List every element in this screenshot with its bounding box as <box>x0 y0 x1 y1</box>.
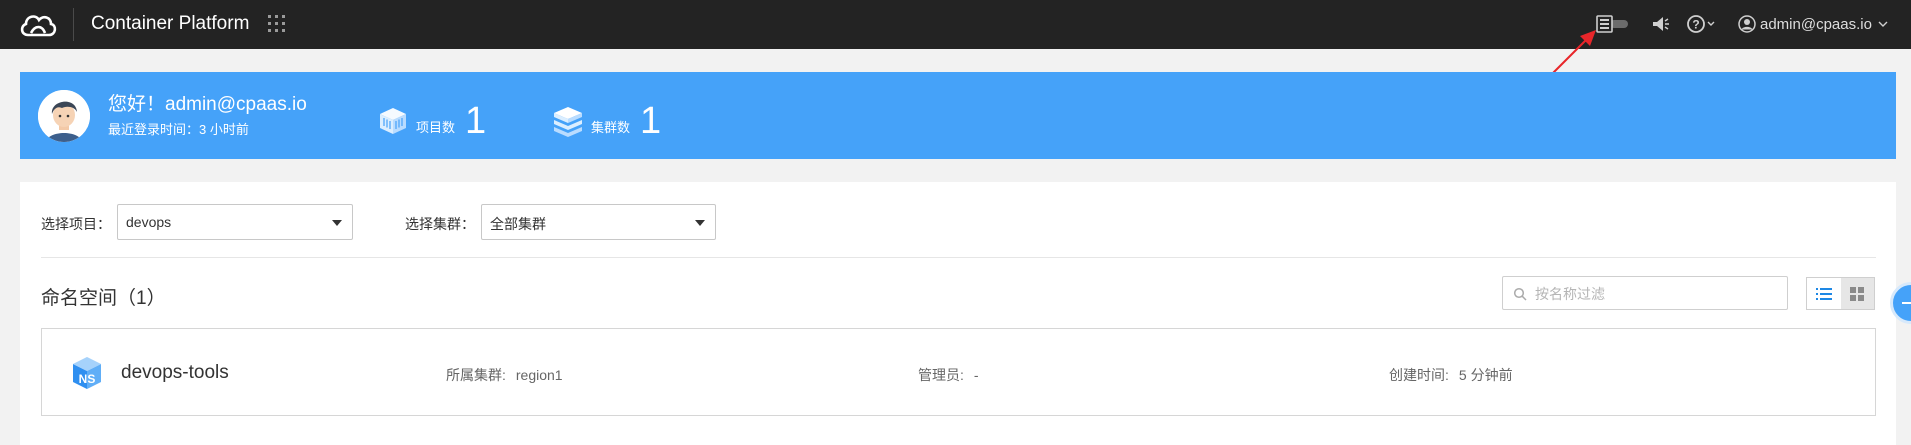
top-navbar: Container Platform ? admin@cpaas.io <box>0 0 1911 49</box>
main-panel: 选择项目： devops 选择集群： 全部集群 命名空间（1） 按名称过滤 NS… <box>20 182 1896 445</box>
view-toggle <box>1806 277 1875 310</box>
admin-label: 管理员: <box>918 367 964 383</box>
caret-down-icon <box>695 220 705 226</box>
svg-text:?: ? <box>1692 18 1699 32</box>
project-count-stat: 项目数 1 <box>376 92 486 142</box>
admin-value: - <box>973 367 979 383</box>
greeting-text: 您好！admin@cpaas.io <box>108 94 307 115</box>
cluster-count-stat: 集群数 1 <box>551 92 661 142</box>
search-box[interactable] <box>1502 276 1788 310</box>
clusters-icon <box>554 107 582 137</box>
topbar-divider <box>73 8 74 41</box>
section-title: 命名空间（1） <box>41 288 166 309</box>
grid-view-icon <box>1850 286 1865 301</box>
app-title[interactable]: Container Platform <box>91 13 249 35</box>
stat-value: 1 <box>640 100 662 142</box>
help-icon[interactable]: ? <box>1686 14 1718 34</box>
search-input[interactable] <box>1535 283 1775 305</box>
chevron-down-icon <box>1878 21 1888 27</box>
filter-row: 选择项目： devops 选择集群： 全部集群 <box>41 204 1871 240</box>
namespace-card[interactable]: NS devops-tools 所属集群: region1 管理员: - 创建时间:… <box>41 328 1876 416</box>
namespace-icon: NS <box>73 357 101 389</box>
cluster-label: 所属集群: <box>446 367 506 383</box>
svg-text:NS: NS <box>79 372 96 386</box>
cloud-logo-icon[interactable] <box>18 11 58 39</box>
search-icon <box>1513 287 1527 301</box>
namespace-cluster: 所属集群: region1 <box>446 365 563 385</box>
cluster-value: region1 <box>515 367 563 383</box>
user-menu[interactable]: admin@cpaas.io <box>1738 13 1888 35</box>
avatar-illustration-icon <box>38 90 90 142</box>
list-view-icon <box>1815 287 1832 300</box>
namespace-created: 创建时间: 5 分钟前 <box>1389 365 1513 385</box>
namespace-name[interactable]: devops-tools <box>121 362 229 384</box>
grid-view-button[interactable] <box>1840 278 1874 309</box>
namespace-admin: 管理员: - <box>918 365 979 385</box>
apps-grid-icon[interactable] <box>268 15 285 32</box>
stat-label: 集群数 <box>591 120 631 135</box>
list-view-button[interactable] <box>1807 278 1841 309</box>
stat-value: 1 <box>465 100 487 142</box>
last-login-text: 最近登录时间：3 小时前 <box>108 122 249 137</box>
user-name: admin@cpaas.io <box>1760 15 1872 33</box>
cluster-select-value: 全部集群 <box>490 216 546 232</box>
project-select[interactable]: devops <box>117 204 353 240</box>
project-select-value: devops <box>126 214 172 230</box>
stat-label: 项目数 <box>416 120 456 135</box>
user-icon <box>1738 15 1756 33</box>
projects-icon <box>380 108 406 134</box>
project-select-label: 选择项目： <box>41 216 111 232</box>
divider <box>41 257 1876 258</box>
minus-icon <box>1902 302 1911 304</box>
avatar <box>38 90 90 142</box>
caret-down-icon <box>332 220 342 226</box>
created-label: 创建时间: <box>1389 367 1449 383</box>
created-value: 5 分钟前 <box>1458 367 1513 383</box>
welcome-banner: 您好！admin@cpaas.io 最近登录时间：3 小时前 项目数 1 集群数… <box>20 72 1896 159</box>
guide-toggle-icon[interactable] <box>1596 14 1630 34</box>
cluster-select[interactable]: 全部集群 <box>481 204 716 240</box>
speaker-icon[interactable] <box>1651 15 1669 33</box>
cluster-select-label: 选择集群： <box>405 216 475 232</box>
